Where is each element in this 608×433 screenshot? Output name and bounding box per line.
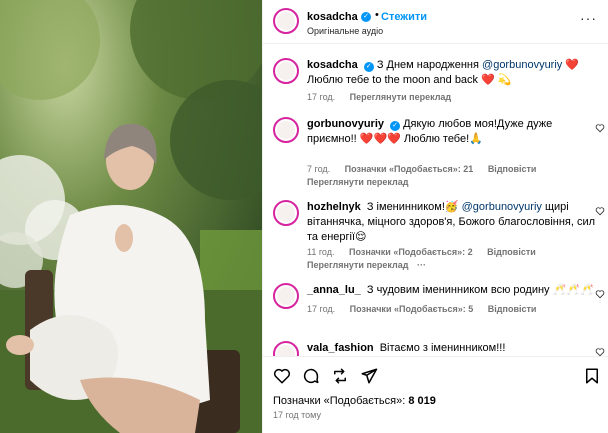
comment-avatar[interactable]: [273, 200, 299, 226]
comment-avatar[interactable]: [273, 283, 299, 309]
comment-body: З Днем народження: [376, 59, 479, 71]
comment-likes[interactable]: Позначки «Подобається»: 21: [345, 164, 474, 174]
comment-mention[interactable]: @gorbunovyuriy: [462, 201, 542, 213]
bookmark-icon[interactable]: [583, 367, 601, 385]
author-avatar[interactable]: [273, 8, 299, 34]
comment-text: vala_fashion Вітаємо з іменинником!!!: [307, 341, 597, 356]
audio-label[interactable]: Оригінальне аудіо: [307, 26, 383, 36]
post-header: kosadcha ✓ • Стежити Оригінальне аудіо ·…: [263, 0, 608, 44]
comment-text: gorbunovyuriy ✓ Дякую любов моя!Дуже дуже…: [307, 117, 597, 147]
comment-meta: 17 год. Позначки «Подобається»: 5 Відпов…: [307, 304, 548, 314]
follow-button[interactable]: Стежити: [381, 11, 427, 23]
comment-text: hozhelnyk З іменинником!🥳 @gorbunovyuriy…: [307, 200, 597, 245]
verified-badge-icon: ✓: [361, 12, 371, 22]
comment-meta: 17 год. Переглянути переклад: [307, 92, 463, 102]
post-timestamp: 17 год тому: [273, 410, 321, 420]
comment-likes[interactable]: Позначки «Подобається»: 5: [350, 304, 474, 314]
likes-summary[interactable]: Позначки «Подобається»: 8 019: [273, 395, 436, 407]
translate-link[interactable]: Переглянути переклад: [307, 177, 408, 187]
comment-meta: 7 год. Позначки «Подобається»: 21 Відпов…: [307, 164, 548, 174]
comment-body: З чудовим іменинником всю родину 🥂🥂🥂: [366, 284, 594, 296]
comment-username[interactable]: vala_fashion: [307, 342, 374, 354]
instagram-post-view: kosadcha ✓ • Стежити Оригінальне аудіо ·…: [0, 0, 608, 433]
translate-label[interactable]: Переглянути переклад: [307, 260, 408, 270]
comment-mention[interactable]: @gorbunovyuriy: [482, 59, 562, 71]
comment-avatar[interactable]: [273, 117, 299, 143]
comment-username[interactable]: hozhelnyk: [307, 201, 361, 213]
comment-username[interactable]: _anna_lu_: [307, 284, 361, 296]
comment-time: 11 год.: [307, 247, 335, 257]
comment-avatar[interactable]: [273, 58, 299, 84]
repost-icon[interactable]: [331, 367, 349, 385]
reel-frame-illustration: [0, 0, 262, 433]
comment-text: kosadcha ✓ З Днем народження @gorbunovyur…: [307, 58, 597, 88]
reel-video[interactable]: [0, 0, 262, 433]
translate-link[interactable]: Переглянути переклад: [350, 92, 451, 102]
likes-count: 8 019: [408, 395, 436, 407]
comment-body: Вітаємо з іменинником!!!: [379, 342, 506, 354]
comment-like-icon[interactable]: [595, 289, 605, 299]
comment-username[interactable]: gorbunovyuriy: [307, 118, 384, 130]
comment-icon[interactable]: [302, 367, 320, 385]
comment-username[interactable]: kosadcha: [307, 59, 358, 71]
comment-like-icon[interactable]: [595, 123, 605, 133]
verified-badge-icon: ✓: [363, 62, 374, 72]
send-icon[interactable]: [360, 367, 378, 385]
post-panel: kosadcha ✓ • Стежити Оригінальне аудіо ·…: [262, 0, 608, 433]
heart-icon[interactable]: [273, 367, 291, 385]
reply-button[interactable]: Відповісти: [488, 164, 537, 174]
comment-time: 7 год.: [307, 164, 331, 174]
more-options-icon[interactable]: ···: [580, 10, 597, 26]
comment-text: _anna_lu_ З чудовим іменинником всю роди…: [307, 283, 597, 298]
comment-time: 17 год.: [307, 92, 336, 102]
reply-button[interactable]: Відповісти: [488, 304, 537, 314]
comment-time: 17 год.: [307, 304, 336, 314]
comment-more-icon[interactable]: ···: [417, 260, 426, 270]
comment-like-icon[interactable]: [595, 206, 605, 216]
post-action-bar: Позначки «Подобається»: 8 019 17 год том…: [263, 356, 608, 433]
translate-link[interactable]: Переглянути переклад ···: [307, 260, 426, 270]
likes-label: Позначки «Подобається»:: [273, 395, 406, 407]
comment-body: З іменинником!🥳: [366, 201, 459, 213]
author-username[interactable]: kosadcha: [307, 11, 358, 23]
comment-meta: 11 год. Позначки «Подобається»: 2 Відпов…: [307, 247, 548, 257]
verified-badge-icon: ✓: [390, 121, 401, 131]
comment-likes[interactable]: Позначки «Подобається»: 2: [349, 247, 473, 257]
separator-dot: •: [375, 9, 379, 21]
reply-button[interactable]: Відповісти: [487, 247, 536, 257]
